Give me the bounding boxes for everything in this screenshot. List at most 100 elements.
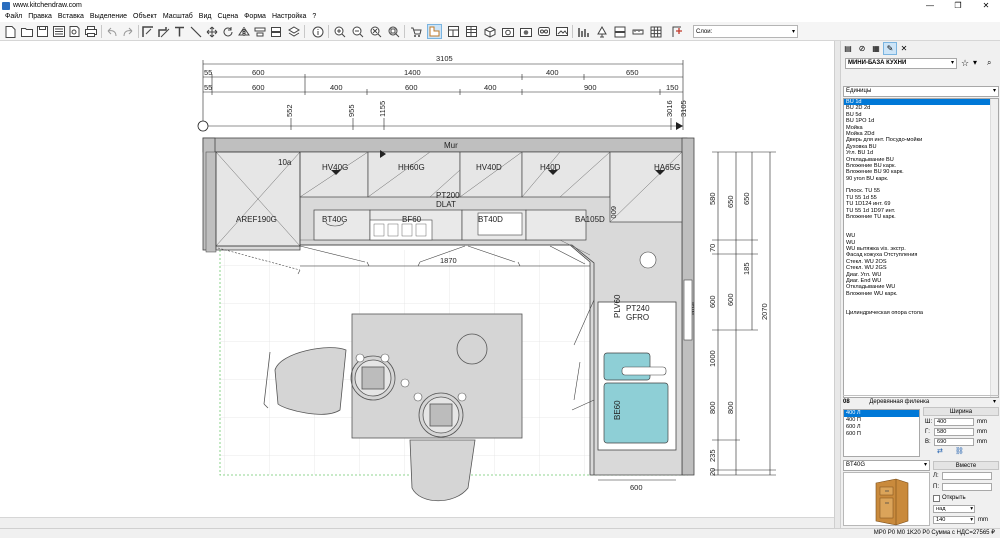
cross-section-icon[interactable] [612, 24, 627, 39]
drawing-canvas[interactable]: 3105 55 600 1400 400 650 55 600 400 600 … [0, 41, 834, 528]
placement-select[interactable]: над ▾ [933, 505, 975, 513]
elevation-view-icon[interactable] [446, 24, 461, 39]
menu-scale[interactable]: Масштаб [160, 11, 196, 22]
list-item[interactable]: 600 Л [844, 424, 919, 431]
menu-edit[interactable]: Правка [25, 11, 55, 22]
wall-corner-icon[interactable] [156, 24, 171, 39]
chevron-down-icon: ▾ [791, 29, 795, 35]
pin-icon[interactable]: ✎ [883, 41, 897, 55]
catalog-icon[interactable]: ▦ [869, 42, 883, 55]
close-icon[interactable]: ✕ [897, 42, 911, 55]
list-item[interactable]: 600 П [844, 431, 919, 438]
app-icon [2, 1, 10, 10]
undo-icon[interactable] [104, 24, 119, 39]
menu-object[interactable]: Объект [130, 11, 160, 22]
line-tool-icon[interactable] [188, 24, 203, 39]
new-file-icon[interactable] [3, 24, 18, 39]
report-icon[interactable] [51, 24, 66, 39]
dim-v-3105: 3105 [679, 100, 688, 117]
move-icon[interactable] [204, 24, 219, 39]
menu-view[interactable]: Вид [196, 11, 215, 22]
toolbar-separator [328, 25, 329, 38]
list-item[interactable]: 400 П [844, 417, 919, 424]
horizontal-splitter[interactable] [0, 517, 834, 528]
plan-marker-icon[interactable] [670, 24, 685, 39]
measure-icon[interactable] [630, 24, 645, 39]
save-icon[interactable] [35, 24, 50, 39]
photo-render-icon[interactable] [518, 24, 533, 39]
menu-form[interactable]: Форма [241, 11, 269, 22]
list-item[interactable]: 400 Л [844, 410, 919, 417]
chair-2[interactable] [418, 392, 464, 438]
perspective-view-icon[interactable] [482, 24, 497, 39]
list-view-icon[interactable]: ▤ [841, 42, 855, 55]
label-be60: BE60 [613, 400, 622, 420]
depth-field[interactable]: 580 [934, 427, 974, 436]
search-icon[interactable]: ⌕ [987, 58, 991, 68]
height-field[interactable]: 690 [934, 437, 974, 446]
layers-icon[interactable] [286, 24, 301, 39]
menu-insert[interactable]: Вставка [55, 11, 87, 22]
plan-view-icon[interactable] [427, 24, 442, 39]
menu-selection[interactable]: Выделение [87, 11, 130, 22]
zoom-in-icon[interactable] [332, 24, 347, 39]
hide-icon[interactable]: ⊘ [855, 42, 869, 55]
camera-icon[interactable] [500, 24, 515, 39]
catalog-scrollbar[interactable] [990, 99, 998, 397]
dimension-icon[interactable] [576, 24, 591, 39]
height-select[interactable]: 140 ▾ [933, 516, 975, 524]
layer-select[interactable]: Слои: ▾ [693, 25, 798, 38]
armchair-bottom[interactable] [409, 439, 476, 501]
minimize-button[interactable]: — [916, 0, 944, 11]
menu-settings[interactable]: Настройка [269, 11, 309, 22]
vertical-splitter[interactable] [834, 41, 841, 528]
rotate-icon[interactable] [220, 24, 235, 39]
menu-file[interactable]: Файл [2, 11, 25, 22]
video-icon[interactable] [536, 24, 551, 39]
stack-icon[interactable] [268, 24, 283, 39]
maximize-button[interactable]: ❐ [944, 0, 972, 11]
open-checkbox[interactable] [933, 494, 940, 502]
text-tool-icon[interactable] [172, 24, 187, 39]
list-item[interactable]: Цилиндрическая опора стола [844, 310, 998, 316]
mirror-icon[interactable] [236, 24, 251, 39]
cart-icon[interactable] [408, 24, 423, 39]
close-button[interactable]: ✕ [972, 0, 1000, 11]
filter-select[interactable]: Единицы ▾ [843, 86, 999, 97]
star-icon[interactable]: ☆ [961, 58, 969, 69]
grid-icon[interactable] [648, 24, 663, 39]
link-icon[interactable]: ⛓ [955, 447, 964, 455]
insert-p-field[interactable] [942, 483, 992, 491]
dim-right-1000: 1000 [708, 350, 717, 367]
panorama-icon[interactable] [554, 24, 569, 39]
light-icon[interactable] [594, 24, 609, 39]
wall-tool-icon[interactable] [140, 24, 155, 39]
width-field[interactable]: 400 [934, 417, 974, 426]
round-stool[interactable] [456, 333, 488, 365]
catalog-select[interactable]: МИНИ-БАЗА КУХНИ ▾ [845, 58, 957, 69]
wall-view-icon[interactable] [464, 24, 479, 39]
catalog-list[interactable]: BU 1d BU 2D 2d BU 5d BU 1PO 1d Мойка Мой… [843, 98, 999, 398]
open-folder-icon[interactable] [19, 24, 34, 39]
chair-1[interactable] [350, 355, 396, 401]
swap-icon[interactable]: ⇄ [937, 447, 943, 455]
window-controls: — ❐ ✕ [916, 0, 1000, 11]
info-icon[interactable] [310, 24, 325, 39]
menu-scene[interactable]: Сцена [214, 11, 241, 22]
item-code-select[interactable]: BT40G ▾ [843, 460, 930, 471]
zoom-window-icon[interactable] [368, 24, 383, 39]
size-list[interactable]: 400 Л 400 П 600 Л 600 П [843, 409, 920, 457]
arrow-end-icon [676, 122, 683, 130]
toolbar: Слои: ▾ [0, 22, 1000, 41]
insert-l-field[interactable] [942, 472, 992, 480]
style-row[interactable]: 08 Деревянная филенка ▾ [843, 395, 999, 407]
dim-r2-6: 150 [666, 83, 679, 92]
menu-help[interactable]: ? [309, 11, 319, 22]
zoom-all-icon[interactable] [386, 24, 401, 39]
print-preview-icon[interactable] [67, 24, 82, 39]
zoom-out-icon[interactable] [350, 24, 365, 39]
print-icon[interactable] [83, 24, 98, 39]
redo-icon[interactable] [120, 24, 135, 39]
chevron-down-icon[interactable]: ▾ [973, 58, 977, 67]
align-icon[interactable] [252, 24, 267, 39]
